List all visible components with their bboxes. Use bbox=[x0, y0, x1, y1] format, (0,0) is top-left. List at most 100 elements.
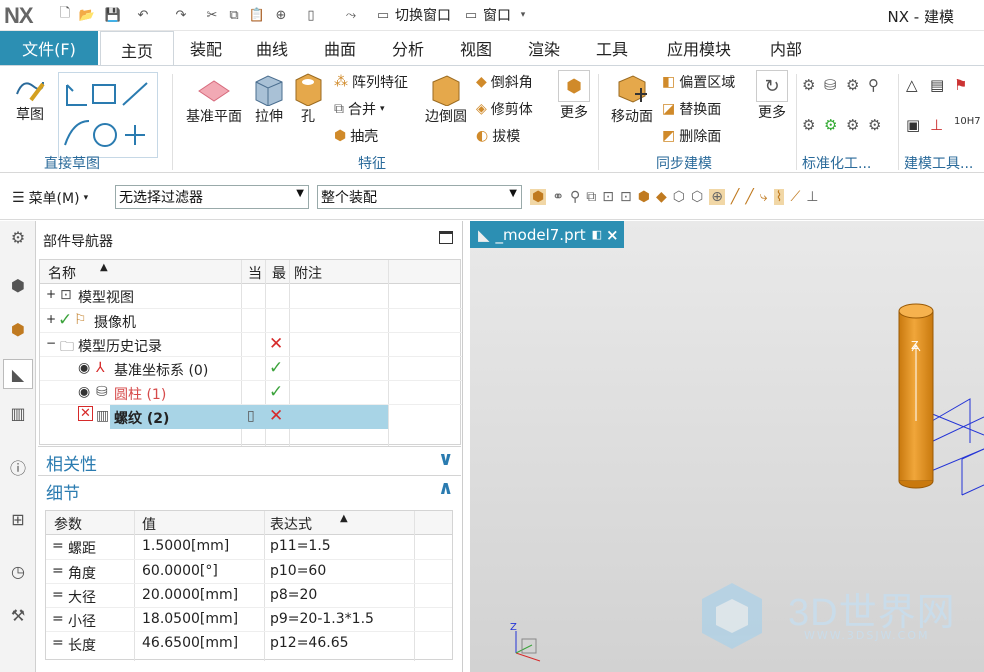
tab-view[interactable]: 视图 bbox=[450, 31, 502, 65]
col-value[interactable]: 值 bbox=[142, 514, 156, 534]
replace-face-button[interactable]: ◪ 替换面 bbox=[662, 99, 721, 119]
col-latest[interactable]: 最 bbox=[272, 263, 286, 283]
chamfer-button[interactable]: ◆ 倒斜角 bbox=[476, 72, 533, 92]
std-tool-4-icon[interactable]: ⚲ bbox=[868, 76, 890, 106]
info-icon[interactable]: ⓘ bbox=[6, 455, 30, 479]
selection-filter-dropdown[interactable]: 无选择过滤器 ▼ bbox=[115, 185, 309, 209]
offset-region-button[interactable]: ◧ 偏置区域 bbox=[662, 72, 735, 92]
table-icon[interactable]: ▤ bbox=[930, 76, 954, 106]
details-row[interactable]: = 小径 18.0500[mm] p9=20-1.3*1.5 bbox=[46, 607, 452, 631]
visibility-eye-icon[interactable]: ◉ bbox=[78, 384, 90, 400]
touch-mode-icon[interactable]: ▯ bbox=[302, 6, 320, 24]
details-row[interactable]: = 螺距 1.5000[mm] p11=1.5 bbox=[46, 535, 452, 559]
flag-icon[interactable]: ⚑ bbox=[954, 76, 978, 106]
hole-button[interactable]: 孔 bbox=[292, 72, 324, 126]
expand-icon[interactable]: + bbox=[46, 287, 56, 301]
chevron-up-icon[interactable]: ∧ bbox=[438, 477, 453, 499]
std-tool-2-icon[interactable]: ⛁ bbox=[824, 76, 846, 106]
dependency-panel-header[interactable]: 相关性 ∨ bbox=[38, 446, 461, 475]
tab-curve[interactable]: 曲线 bbox=[246, 31, 298, 65]
measure-icon[interactable]: ⊥ bbox=[930, 116, 954, 146]
pattern-feature-button[interactable]: ⁂ 阵列特征 bbox=[334, 72, 408, 92]
redo-icon[interactable]: ↷ bbox=[172, 6, 190, 24]
snap-4-icon[interactable]: ◆ bbox=[656, 189, 667, 205]
tree-row-history[interactable]: − 🗀 模型历史记录 ✕ bbox=[40, 332, 462, 356]
web-browser-icon[interactable]: ⊞ bbox=[6, 507, 30, 531]
assembly-navigator-icon[interactable]: ⬢ bbox=[6, 273, 30, 297]
trim-body-button[interactable]: ◈ 修剪体 bbox=[476, 99, 533, 119]
details-row[interactable]: = 长度 46.6500[mm] p12=46.65 bbox=[46, 631, 452, 655]
document-tab[interactable]: ◣ _model7.prt ◧ × bbox=[470, 221, 624, 248]
tree-row-model-views[interactable]: + ⊡ 模型视图 bbox=[40, 284, 462, 308]
collapse-icon[interactable]: − bbox=[46, 336, 56, 350]
edge-blend-button[interactable]: 边倒圆 bbox=[422, 72, 470, 126]
line-snap-icon[interactable]: ╱ bbox=[731, 189, 739, 205]
menu-button[interactable]: ☰ 菜单(M) ▾ bbox=[12, 188, 88, 208]
line-snap-2-icon[interactable]: ╱ bbox=[745, 189, 753, 205]
std-tool-7-icon[interactable]: ⚙ bbox=[846, 116, 868, 146]
select-link-icon[interactable]: ⚭ bbox=[552, 189, 564, 205]
copy-icon[interactable]: ⧉ bbox=[225, 6, 243, 24]
select-set-icon[interactable]: ⧉ bbox=[586, 189, 596, 205]
point-snap-icon[interactable]: ⊕ bbox=[709, 189, 725, 205]
new-file-icon[interactable]: 🗋 bbox=[56, 6, 74, 24]
tab-application[interactable]: 应用模块 bbox=[656, 31, 742, 65]
tree-row-datum-csys[interactable]: ◉ ⅄ 基准坐标系 (0) ✓ bbox=[40, 356, 462, 380]
settings-icon[interactable]: ⚙ bbox=[6, 225, 30, 249]
std-tool-6-icon[interactable]: ⚙ bbox=[824, 116, 846, 146]
reuse-library-icon[interactable]: ▥ bbox=[6, 401, 30, 425]
tab-file[interactable]: 文件(F) bbox=[0, 31, 98, 65]
tree-row-cameras[interactable]: + ✓ ⚐ 摄像机 bbox=[40, 308, 462, 332]
std-tool-1-icon[interactable]: ⚙ bbox=[802, 76, 824, 106]
tab-internal[interactable]: 内部 bbox=[760, 31, 812, 65]
more-features-button[interactable]: ⬢ 更多 bbox=[556, 70, 592, 122]
repeat-command-icon[interactable]: ⤳ bbox=[342, 6, 360, 24]
tab-pin-icon[interactable]: ◧ bbox=[592, 228, 602, 241]
tab-tools[interactable]: 工具 bbox=[586, 31, 638, 65]
midpoint-snap-icon[interactable]: ⟋ bbox=[790, 189, 800, 205]
doc-icon[interactable]: ▣ bbox=[906, 116, 930, 146]
details-row[interactable]: = 大径 20.0000[mm] p8=20 bbox=[46, 583, 452, 607]
sketch-button[interactable]: 草图 bbox=[8, 74, 52, 124]
tab-assembly[interactable]: 装配 bbox=[180, 31, 232, 65]
maximize-icon[interactable] bbox=[439, 231, 453, 244]
col-name[interactable]: 名称 bbox=[48, 263, 76, 283]
col-expression[interactable]: 表达式 bbox=[270, 514, 312, 534]
shell-button[interactable]: ⬢ 抽壳 bbox=[334, 126, 378, 146]
system-materials-icon[interactable]: ⚒ bbox=[6, 603, 30, 627]
history-icon[interactable]: ◷ bbox=[6, 559, 30, 583]
visibility-eye-icon[interactable]: ◉ bbox=[78, 360, 90, 376]
std-tool-5-icon[interactable]: ⚙ bbox=[802, 116, 824, 146]
tab-analysis[interactable]: 分析 bbox=[382, 31, 434, 65]
snap-3-icon[interactable]: ⬢ bbox=[638, 189, 650, 205]
constraint-navigator-icon[interactable]: ⬢ bbox=[6, 317, 30, 341]
delete-face-button[interactable]: ◩ 删除面 bbox=[662, 126, 721, 146]
chevron-down-icon[interactable]: ▾ bbox=[514, 6, 532, 24]
selection-scope-dropdown[interactable]: 整个装配 ▼ bbox=[317, 185, 522, 209]
col-notes[interactable]: 附注 bbox=[294, 263, 322, 283]
move-face-button[interactable]: 移动面 bbox=[606, 72, 658, 126]
switch-window-button[interactable]: 切换窗口 bbox=[395, 5, 451, 25]
tab-render[interactable]: 渲染 bbox=[518, 31, 570, 65]
extrude-button[interactable]: 拉伸 bbox=[250, 72, 288, 126]
cut-icon[interactable]: ✂ bbox=[203, 6, 221, 24]
endpoint-snap-icon[interactable]: ⌇ bbox=[773, 189, 785, 205]
col-current[interactable]: 当 bbox=[248, 263, 262, 283]
part-navigator-icon[interactable]: ◣ bbox=[3, 359, 33, 389]
tolerance-icon[interactable]: 10H7 bbox=[954, 116, 981, 146]
tree-row-thread[interactable]: ✕ ▥ 螺纹 (2) ▯ ✕ bbox=[40, 404, 462, 429]
paste-special-icon[interactable]: ⊕ bbox=[272, 6, 290, 24]
draft-button[interactable]: ◐ 拔模 bbox=[476, 126, 520, 146]
undo-icon[interactable]: ↶ bbox=[134, 6, 152, 24]
open-file-icon[interactable]: 📂 bbox=[78, 6, 96, 24]
tab-home[interactable]: 主页 bbox=[100, 31, 174, 67]
snap-6-icon[interactable]: ⬡ bbox=[691, 189, 703, 205]
chevron-down-icon[interactable]: ∨ bbox=[438, 448, 453, 470]
unite-button[interactable]: ⧉ 合并 ▾ bbox=[334, 99, 385, 119]
col-param[interactable]: 参数 bbox=[54, 514, 82, 534]
triangle-icon[interactable]: △ bbox=[906, 76, 930, 106]
snap-1-icon[interactable]: ⊡ bbox=[602, 189, 614, 205]
normal-snap-icon[interactable]: ⊥ bbox=[806, 189, 818, 205]
more-sync-button[interactable]: ↻ 更多 bbox=[754, 70, 790, 122]
snap-2-icon[interactable]: ⊡ bbox=[620, 189, 632, 205]
